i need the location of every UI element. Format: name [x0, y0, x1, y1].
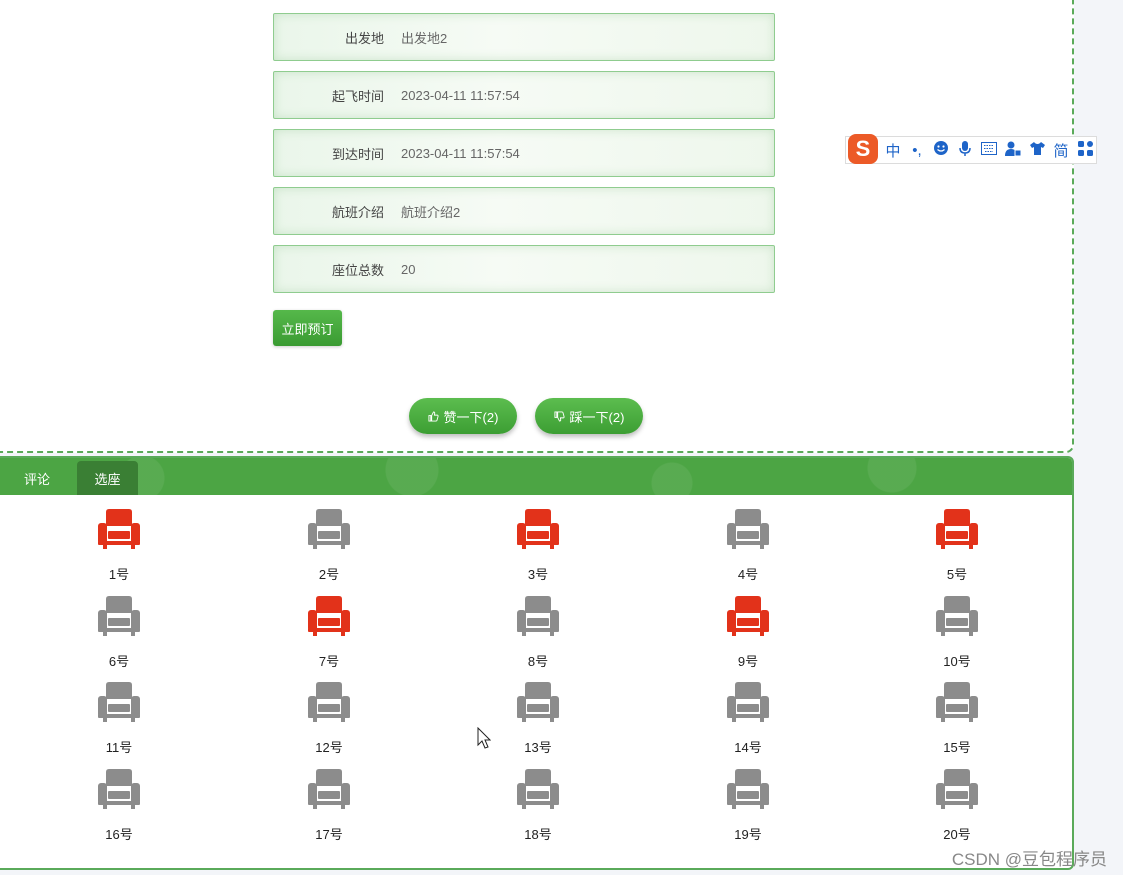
dislike-button[interactable]: 踩一下(2)	[535, 398, 643, 434]
seat-number: 13号	[524, 740, 552, 755]
seat-item[interactable]: 18号	[508, 768, 568, 843]
seat-item[interactable]: 10号	[927, 595, 987, 670]
seat-item[interactable]: 2号	[299, 508, 359, 583]
watermark: CSDN @豆包程序员	[951, 850, 1107, 869]
seat-item[interactable]: 13号	[508, 681, 568, 756]
armchair-icon	[727, 596, 769, 636]
field-value: 出发地2	[401, 30, 448, 46]
seat-item[interactable]: 12号	[299, 681, 359, 756]
armchair-icon	[936, 596, 978, 636]
seat-number: 14号	[734, 740, 762, 755]
seat-number: 3号	[527, 567, 549, 582]
seat-number: 6号	[108, 654, 130, 669]
mouse-cursor-icon	[477, 727, 491, 749]
field-takeoff-time: 起飞时间 2023-04-11 11:57:54	[273, 71, 775, 119]
sogou-logo-icon[interactable]: S	[848, 134, 878, 164]
ime-simplified[interactable]: 简	[1052, 140, 1070, 161]
ime-chinese-mode[interactable]: 中	[884, 140, 902, 161]
user-icon[interactable]	[1004, 140, 1022, 160]
seat-number: 20号	[943, 827, 971, 842]
armchair-icon	[936, 509, 978, 549]
seat-number: 7号	[318, 654, 340, 669]
like-button[interactable]: 赞一下(2)	[409, 398, 517, 434]
seat-item[interactable]: 16号	[89, 768, 149, 843]
seat-item[interactable]: 7号	[299, 595, 359, 670]
seat-number: 11号	[105, 740, 133, 755]
field-label: 航班介绍	[331, 204, 384, 220]
armchair-icon	[308, 596, 350, 636]
tab-comments[interactable]: 评论	[12, 461, 62, 495]
book-now-button[interactable]: 立即预订	[273, 310, 342, 346]
seat-number: 10号	[943, 654, 971, 669]
armchair-icon	[517, 509, 559, 549]
seat-item[interactable]: 3号	[508, 508, 568, 583]
microphone-icon[interactable]	[956, 140, 974, 161]
seat-number: 19号	[734, 827, 762, 842]
seat-item[interactable]: 8号	[508, 595, 568, 670]
thumbs-down-icon	[554, 410, 565, 422]
field-departure: 出发地 出发地2	[273, 13, 775, 61]
armchair-icon	[727, 769, 769, 809]
shirt-icon[interactable]	[1028, 141, 1046, 160]
seat-item[interactable]: 20号	[927, 768, 987, 843]
seat-number: 5号	[946, 567, 968, 582]
seat-item[interactable]: 1号	[89, 508, 149, 583]
grid-icon[interactable]	[1076, 140, 1094, 160]
field-value: 2023-04-11 11:57:54	[401, 145, 520, 161]
armchair-icon	[308, 509, 350, 549]
field-flight-intro: 航班介绍 航班介绍2	[273, 187, 775, 235]
seat-item[interactable]: 17号	[299, 768, 359, 843]
seat-number: 17号	[315, 827, 343, 842]
armchair-icon	[98, 769, 140, 809]
seat-item[interactable]: 14号	[718, 681, 778, 756]
field-label: 座位总数	[331, 262, 384, 278]
like-label: 赞一下(2)	[443, 409, 499, 425]
field-value: 2023-04-11 11:57:54	[401, 87, 520, 103]
armchair-icon	[517, 682, 559, 722]
seat-item[interactable]: 5号	[927, 508, 987, 583]
tab-bar: 评论 选座	[0, 458, 1072, 495]
armchair-icon	[308, 769, 350, 809]
field-label: 起飞时间	[331, 88, 384, 104]
armchair-icon	[936, 682, 978, 722]
field-seat-total: 座位总数 20	[273, 245, 775, 293]
keyboard-icon[interactable]	[980, 141, 998, 159]
armchair-icon	[98, 509, 140, 549]
ime-toolbar: S 中 •, 简	[845, 134, 1097, 164]
seat-number: 16号	[105, 827, 133, 842]
armchair-icon	[517, 596, 559, 636]
field-arrival-time: 到达时间 2023-04-11 11:57:54	[273, 129, 775, 177]
armchair-icon	[727, 509, 769, 549]
seat-item[interactable]: 6号	[89, 595, 149, 670]
field-label: 出发地	[344, 30, 384, 46]
seat-item[interactable]: 11号	[89, 681, 149, 756]
seat-number: 2号	[318, 567, 340, 582]
dislike-label: 踩一下(2)	[569, 409, 625, 425]
field-label: 到达时间	[331, 146, 384, 162]
seat-number: 1号	[108, 567, 130, 582]
seat-number: 18号	[524, 827, 552, 842]
smiley-icon[interactable]	[932, 140, 950, 160]
armchair-icon	[98, 682, 140, 722]
field-value: 航班介绍2	[401, 204, 461, 220]
seat-number: 15号	[943, 740, 971, 755]
armchair-icon	[936, 769, 978, 809]
seat-number: 12号	[315, 740, 343, 755]
seat-item[interactable]: 9号	[718, 595, 778, 670]
seat-item[interactable]: 4号	[718, 508, 778, 583]
ime-punctuation[interactable]: •,	[908, 142, 926, 159]
seat-number: 9号	[737, 654, 759, 669]
thumbs-up-icon	[428, 410, 439, 422]
armchair-icon	[727, 682, 769, 722]
armchair-icon	[98, 596, 140, 636]
seat-item[interactable]: 19号	[718, 768, 778, 843]
field-value: 20	[401, 261, 416, 277]
seat-item[interactable]: 15号	[927, 681, 987, 756]
seat-number: 8号	[527, 654, 549, 669]
seat-selection-panel: 评论 选座 1号 2号 3号 4号 5号 6号 7号 8号 9号 10号 11号 12号 13号 14号 1…	[0, 456, 1074, 870]
armchair-icon	[308, 682, 350, 722]
armchair-icon	[517, 769, 559, 809]
tab-seat-select[interactable]: 选座	[77, 461, 138, 495]
seat-number: 4号	[737, 567, 759, 582]
